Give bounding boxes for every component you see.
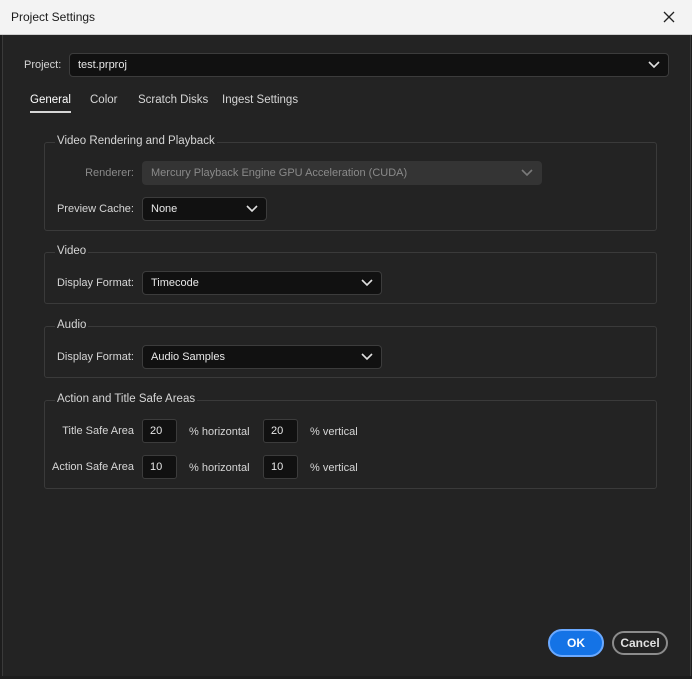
cancel-button[interactable]: Cancel bbox=[612, 631, 668, 655]
preview-cache-value: None bbox=[151, 203, 178, 215]
safe-areas-group bbox=[44, 400, 657, 489]
title-safe-vertical-input[interactable]: 20 bbox=[263, 419, 298, 443]
action-safe-label: Action Safe Area bbox=[52, 461, 134, 473]
action-safe-vertical-input[interactable]: 10 bbox=[263, 455, 298, 479]
close-icon bbox=[663, 11, 675, 23]
renderer-select: Mercury Playback Engine GPU Acceleration… bbox=[142, 161, 542, 185]
tab-scratch-disks[interactable]: Scratch Disks bbox=[138, 94, 208, 106]
title-safe-horizontal-input[interactable]: 20 bbox=[142, 419, 177, 443]
action-horizontal-unit: % horizontal bbox=[189, 462, 250, 474]
project-settings-dialog: Project: test.prproj General Color Scrat… bbox=[2, 35, 691, 676]
preview-cache-select[interactable]: None bbox=[142, 197, 267, 221]
project-select[interactable]: test.prproj bbox=[69, 53, 669, 77]
title-vertical-unit: % vertical bbox=[310, 426, 358, 438]
chevron-down-icon bbox=[361, 353, 373, 361]
renderer-label: Renderer: bbox=[85, 167, 134, 179]
tab-general[interactable]: General bbox=[30, 94, 71, 106]
safe-areas-title: Action and Title Safe Areas bbox=[55, 393, 198, 405]
title-safe-label: Title Safe Area bbox=[62, 425, 134, 437]
video-display-format-value: Timecode bbox=[151, 277, 199, 289]
project-label: Project: bbox=[24, 59, 62, 71]
chevron-down-icon bbox=[246, 205, 258, 213]
audio-display-format-select[interactable]: Audio Samples bbox=[142, 345, 382, 369]
audio-group-title: Audio bbox=[55, 319, 89, 331]
video-rendering-group bbox=[44, 142, 657, 231]
chevron-down-icon bbox=[521, 169, 533, 177]
video-group-title: Video bbox=[55, 245, 89, 257]
action-safe-horizontal-input[interactable]: 10 bbox=[142, 455, 177, 479]
video-display-format-select[interactable]: Timecode bbox=[142, 271, 382, 295]
audio-display-format-label: Display Format: bbox=[56, 351, 134, 363]
tab-color[interactable]: Color bbox=[90, 94, 117, 106]
project-select-value: test.prproj bbox=[78, 59, 127, 71]
preview-cache-label: Preview Cache: bbox=[56, 203, 134, 215]
action-vertical-unit: % vertical bbox=[310, 462, 358, 474]
chevron-down-icon bbox=[361, 279, 373, 287]
window-title: Project Settings bbox=[11, 10, 96, 24]
video-display-format-label: Display Format: bbox=[56, 277, 134, 289]
tab-ingest-settings[interactable]: Ingest Settings bbox=[222, 94, 298, 106]
video-rendering-title: Video Rendering and Playback bbox=[55, 135, 217, 147]
title-bar: Project Settings bbox=[0, 0, 692, 35]
tab-active-indicator bbox=[30, 111, 71, 113]
chevron-down-icon bbox=[648, 61, 660, 69]
renderer-select-value: Mercury Playback Engine GPU Acceleration… bbox=[151, 167, 408, 179]
title-horizontal-unit: % horizontal bbox=[189, 426, 250, 438]
ok-button[interactable]: OK bbox=[548, 629, 604, 657]
audio-display-format-value: Audio Samples bbox=[151, 351, 225, 363]
close-button[interactable] bbox=[646, 0, 692, 34]
